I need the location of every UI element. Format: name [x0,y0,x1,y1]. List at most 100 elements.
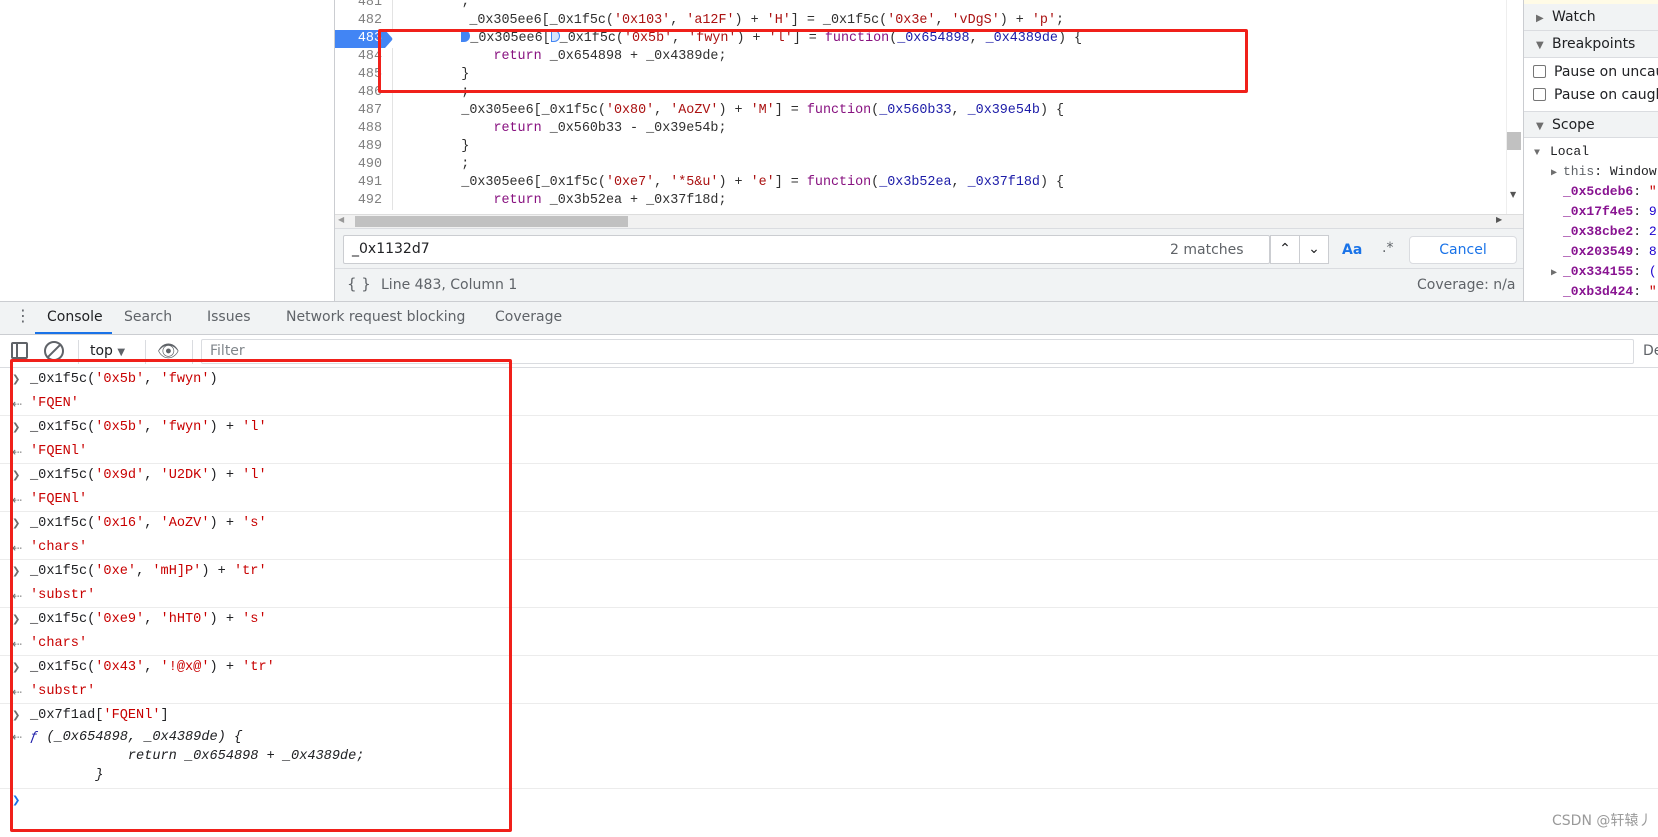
cancel-button[interactable]: Cancel [1409,236,1517,264]
code-text: return _0x3b52ea + _0x37f18d; [397,192,726,210]
code-token: return [493,121,542,136]
chevron-down-icon: ⌄ [1308,241,1320,257]
variable-value: 8 [1648,244,1657,259]
code-token: ) + [718,175,751,190]
triangle-right-icon[interactable]: ▶ [1551,264,1563,284]
code-text: _0x305ee6[_0x1f5c('0x80', 'AoZV') + 'M']… [397,102,1064,120]
code-token: '0x3e' [887,13,936,28]
code-token: 'AoZV' [670,103,719,118]
scope-variable[interactable]: ▶ this: Window [1551,162,1657,182]
scope-variable[interactable]: _0xb3d424: " [1551,282,1657,301]
page-viewport [0,0,335,301]
tab-network-request-blocking[interactable]: Network request blocking [286,309,465,325]
tab-console[interactable]: Console [47,309,103,325]
active-tab-indicator [35,332,112,334]
code-token: _0x37f18d [967,175,1040,190]
code-text: ; [397,0,469,12]
code-token: ] = [774,103,807,118]
tab-coverage[interactable]: Coverage [495,309,562,325]
pretty-print-button[interactable]: { } [347,275,371,293]
code-token: _0x3b52ea [879,175,952,190]
pause-uncaught-option[interactable]: Pause on uncaught exceptions [1524,64,1658,80]
code-text: _0x305ee6[_0x1f5c('0xe7', '*5&u') + 'e']… [397,174,1064,192]
editor-vertical-scroll-thumb[interactable] [1507,132,1521,150]
local-scope[interactable]: ▼ Local [1534,142,1589,162]
watch-section-header[interactable]: ▶ Watch [1524,4,1658,31]
line-number[interactable]: 490 [335,156,393,174]
line-number[interactable]: 487 [335,102,393,120]
clear-console-icon[interactable] [44,341,64,361]
match-case-toggle[interactable]: Aa [1342,242,1362,258]
line-number[interactable]: 481 [335,0,393,12]
search-input[interactable]: _0x1132d7 [343,235,1270,264]
tab-issues[interactable]: Issues [207,309,251,325]
scope-variable[interactable]: _0x5cdeb6: " [1551,182,1657,202]
variable-value: " [1648,284,1657,299]
previous-match-button[interactable]: ⌃ [1270,235,1300,264]
code-token: ] = _0x1f5c( [790,13,888,28]
code-text: return _0x560b33 - _0x39e54b; [397,120,726,138]
triangle-down-icon: ▼ [1536,121,1544,132]
editor-horizontal-scroll-thumb[interactable] [355,216,628,227]
more-options-icon[interactable]: ⋮ [15,306,31,325]
variable-name: _0xb3d424 [1563,284,1634,299]
code-text: ; [397,156,469,174]
editor-vertical-scrollbar[interactable] [1506,0,1523,214]
line-number[interactable]: 482 [335,12,393,30]
next-match-button[interactable]: ⌄ [1299,235,1329,264]
regex-toggle[interactable]: .* [1382,240,1393,256]
annotation-box-console [10,359,512,832]
watermark: CSDN @轩辕丿 [1552,813,1653,829]
line-number[interactable]: 491 [335,174,393,192]
variable-name: _0x334155 [1563,264,1634,279]
checkbox[interactable] [1533,65,1546,78]
line-number[interactable]: 488 [335,120,393,138]
code-line[interactable]: 488 return _0x560b33 - _0x39e54b; [335,120,1505,138]
code-line[interactable]: 487 _0x305ee6[_0x1f5c('0x80', 'AoZV') + … [335,102,1505,120]
triangle-right-icon: ▶ [1536,13,1544,24]
code-line[interactable]: 492 return _0x3b52ea + _0x37f18d; [335,192,1505,210]
scope-variable[interactable]: _0x203549: 8 [1551,242,1657,262]
variable-value: ( [1648,264,1657,279]
scroll-down-arrow-icon[interactable]: ▼ [1510,190,1516,199]
code-token: ) + [999,13,1032,28]
code-text: _0x305ee6[_0x1f5c('0x103', 'a12F') + 'H'… [397,12,1064,30]
code-line[interactable]: 489 } [335,138,1505,156]
debugger-sidebar: ▶Watch ▼Breakpoints Pause on uncaught ex… [1523,0,1658,301]
triangle-right-icon[interactable]: ▶ [1551,164,1563,184]
scope-variable[interactable]: _0x38cbe2: 2 [1551,222,1657,242]
scope-section-header[interactable]: ▼ Scope [1524,111,1658,138]
log-levels-dropdown[interactable]: De [1643,343,1658,359]
checkbox[interactable] [1533,88,1546,101]
coverage-status: Coverage: n/a [1417,277,1516,293]
sidebar-toggle-icon[interactable] [11,342,28,359]
context-selector[interactable]: top ▼ [90,343,125,359]
code-token: _0x560b33 - _0x39e54b; [541,121,727,136]
code-line[interactable]: 491 _0x305ee6[_0x1f5c('0xe7', '*5&u') + … [335,174,1505,192]
scope-variable[interactable]: _0x17f4e5: 9 [1551,202,1657,222]
code-line[interactable]: 490 ; [335,156,1505,174]
match-count: 2 matches [1170,242,1244,258]
code-token: function [806,103,872,118]
tab-search[interactable]: Search [124,309,172,325]
pause-caught-option[interactable]: Pause on caught exceptions [1524,87,1658,103]
scroll-left-arrow-icon[interactable]: ◀ [338,215,344,224]
code-token: , [670,13,687,28]
code-token: ) { [1039,175,1065,190]
code-token: _0x305ee6[_0x1f5c( [397,13,614,28]
breakpoints-section-header[interactable]: ▼ Breakpoints [1524,31,1658,58]
line-number[interactable]: 489 [335,138,393,156]
scope-variable[interactable]: ▶ _0x334155: ( [1551,262,1657,282]
variable-value: 2 [1648,224,1657,239]
variable-name: this [1563,164,1595,179]
scroll-right-arrow-icon[interactable]: ▶ [1496,215,1502,224]
code-token: ; [397,0,470,10]
code-token: , [951,175,968,190]
triangle-down-icon: ▼ [1534,148,1541,159]
code-line[interactable]: 482 _0x305ee6[_0x1f5c('0x103', 'a12F') +… [335,12,1505,30]
code-line[interactable]: 481 ; [335,0,1505,12]
variable-name: _0x17f4e5 [1563,204,1634,219]
code-token: ) { [1039,103,1065,118]
line-number[interactable]: 492 [335,192,393,210]
cursor-position: Line 483, Column 1 [381,277,518,293]
